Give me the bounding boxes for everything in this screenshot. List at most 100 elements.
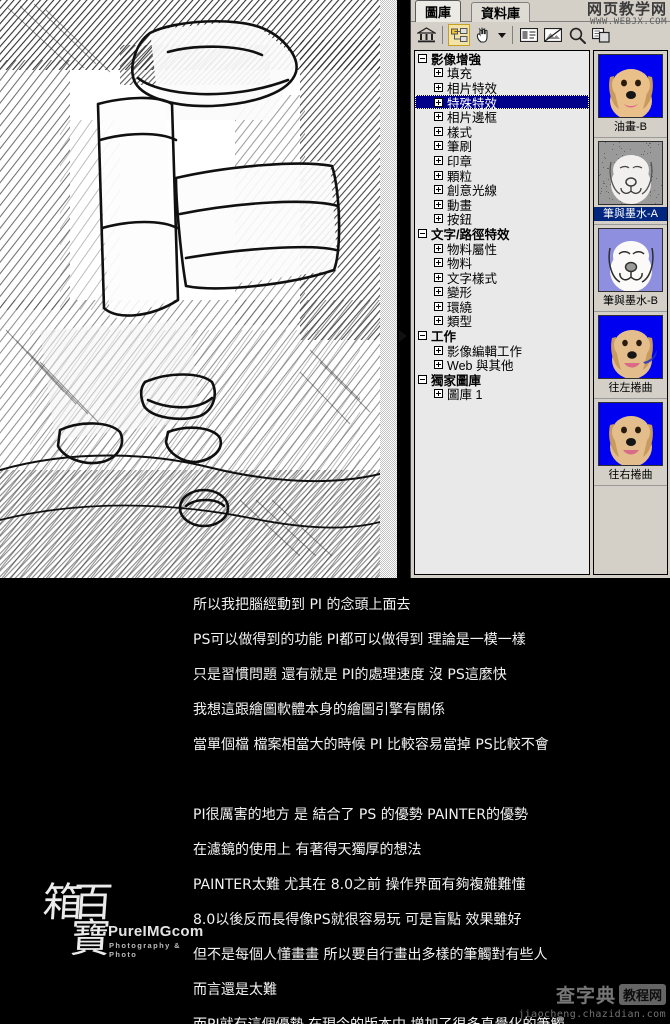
canvas-right-gutter [397,0,410,578]
tree-node-label: 圖庫 1 [447,384,482,403]
tab-database[interactable]: 資料庫 [471,2,530,22]
toolbar-separator-2 [512,26,513,44]
dock-toolbar [411,22,670,48]
caption-line: 8.0以後反而長得像PS就很容易玩 可是盲點 效果雖好 [193,903,670,938]
list-glyph [520,28,538,42]
watermark-bottom-left: 百寶箱 PureIMGcom Photography & Photo [22,881,182,976]
collapse-toggle-icon[interactable] [418,54,427,63]
dropdown-caret-icon[interactable] [496,24,507,46]
tree-node[interactable]: 印章 [415,153,589,168]
dock-tabstrip: 圖庫 資料庫 [411,0,670,22]
gallery-item-thumbnail[interactable] [598,315,663,379]
tree-node[interactable]: 動畫 [415,197,589,212]
duplicate-glyph [592,28,610,43]
tree-node[interactable]: 顆粒 [415,168,589,183]
caption-lines: 所以我把腦經動到 PI 的念頭上面去 PS可以做得到的功能 PI都可以做得到 理論… [193,588,670,1024]
panel-collapse-arrow-icon[interactable] [398,330,408,342]
caption-line: 在濾鏡的使用上 有著得天獨厚的想法 [193,833,670,868]
caption-line: PI很厲害的地方 是 結合了 PS 的優勢 PAINTER的優勢 [193,798,670,833]
canvas-vertical-scrollbar[interactable] [380,0,397,578]
expand-toggle-icon[interactable] [434,127,443,136]
tree-node[interactable]: 影像增強 [415,51,589,66]
expand-toggle-icon[interactable] [434,83,443,92]
tree-node[interactable]: 相片邊框 [415,109,589,124]
expand-toggle-icon[interactable] [434,258,443,267]
tree-node[interactable]: 環繞 [415,299,589,314]
expand-toggle-icon[interactable] [434,200,443,209]
gallery-item[interactable]: 往右捲曲 [594,399,667,486]
caption-line: 所以我把腦經動到 PI 的念頭上面去 [193,588,670,623]
expand-toggle-icon[interactable] [434,185,443,194]
caption-line: 我想這跟繪圖軟體本身的繪圖引擎有關係 [193,693,670,728]
tab-gallery[interactable]: 圖庫 [415,0,461,22]
magnifier-glyph [569,27,586,44]
thumbnail-gallery[interactable]: 油畫-B 筆與墨水-A 筆與墨水-B 往左捲曲 往右捲曲 [593,50,668,575]
tree-view-icon[interactable] [448,24,470,46]
expand-toggle-icon[interactable] [434,112,443,121]
expand-toggle-icon[interactable] [434,273,443,282]
collapse-toggle-icon[interactable] [418,375,427,384]
gallery-item-caption: 筆與墨水-B [594,294,667,308]
tree-glyph [451,28,468,43]
toolbar-separator-1 [442,26,443,44]
tree-node[interactable]: 填充 [415,66,589,81]
watermark-bottom-right: 查字典 教程网 jiaocheng.chazidian.com [518,981,666,1020]
tree-node[interactable]: 創意光線 [415,182,589,197]
expand-toggle-icon[interactable] [434,302,443,311]
expand-toggle-icon[interactable] [434,98,443,107]
tree-node[interactable]: 筆刷 [415,139,589,154]
tree-node[interactable]: 特殊特效 [415,95,589,110]
hand-pointer-icon[interactable] [472,24,494,46]
magnifier-icon[interactable] [566,24,588,46]
bank-glyph [417,27,436,43]
tree-node[interactable]: 文字樣式 [415,270,589,285]
expand-toggle-icon[interactable] [434,68,443,77]
gallery-item-thumbnail[interactable] [598,141,663,205]
expand-toggle-icon[interactable] [434,141,443,150]
tree-node[interactable]: 樣式 [415,124,589,139]
pencil-sketch-illustration [0,0,380,578]
expand-toggle-icon[interactable] [434,214,443,223]
watermark-seal-characters: 百寶箱 [19,881,106,976]
gallery-item-thumbnail[interactable] [598,54,663,118]
watermark-bottom-title: 查字典 [556,981,616,1008]
library-bank-icon[interactable] [415,24,437,46]
gallery-item[interactable]: 往左捲曲 [594,312,667,399]
sketch-artwork[interactable] [0,0,380,578]
expand-toggle-icon[interactable] [434,171,443,180]
watermark-brand-name: PureIMGcom [108,923,204,940]
tree-node[interactable]: 物料 [415,255,589,270]
expand-toggle-icon[interactable] [434,389,443,398]
expand-toggle-icon[interactable] [434,360,443,369]
expand-toggle-icon[interactable] [434,346,443,355]
expand-toggle-icon[interactable] [434,156,443,165]
caption-line: 當單個檔 檔案相當大的時候 PI 比較容易當掉 PS比較不會 [193,728,670,763]
caption-line: PAINTER太難 尤其在 8.0之前 操作界面有夠複雜難懂 [193,868,670,903]
gallery-item-caption: 往右捲曲 [594,468,667,482]
image-canvas-area[interactable] [0,0,410,578]
tree-node[interactable]: 文字/路徑特效 [415,226,589,241]
tree-node[interactable]: 相片特效 [415,80,589,95]
category-tree[interactable]: 影像增強 填充 相片特效 特殊特效 相片邊框 樣式 筆刷 印章 顆粒 創意光線 動畫 按鈕 文字/路徑特… [414,50,590,575]
gallery-item[interactable]: 油畫-B [594,51,667,138]
top-application-region: 圖庫 資料庫 网页教学网 WWW.WEBJX.COM 影像增強 填充 相片特效 … [0,0,670,578]
expand-toggle-icon[interactable] [434,316,443,325]
collapse-toggle-icon[interactable] [418,331,427,340]
gallery-item[interactable]: 筆與墨水-B [594,225,667,312]
caption-region: 所以我把腦經動到 PI 的念頭上面去 PS可以做得到的功能 PI都可以做得到 理論… [0,578,670,1024]
expand-toggle-icon[interactable] [434,244,443,253]
collapse-toggle-icon[interactable] [418,229,427,238]
tree-node[interactable]: 圖庫 1 [415,387,589,402]
expand-toggle-icon[interactable] [434,287,443,296]
tree-node[interactable]: 變形 [415,285,589,300]
gallery-item-thumbnail[interactable] [598,228,663,292]
gallery-item-thumbnail[interactable] [598,402,663,466]
list-view-icon[interactable] [518,24,540,46]
watermark-bottom-url: jiaocheng.chazidian.com [518,1009,666,1020]
screenshot-root: 圖庫 資料庫 网页教学网 WWW.WEBJX.COM 影像增強 填充 相片特效 … [0,0,670,1024]
image-preview-icon[interactable] [542,24,564,46]
hand-glyph [475,27,491,43]
caption-line: 只是習慣問題 還有就是 PI的處理速度 沒 PS這麼快 [193,658,670,693]
gallery-item[interactable]: 筆與墨水-A [594,138,667,225]
duplicate-icon[interactable] [590,24,612,46]
